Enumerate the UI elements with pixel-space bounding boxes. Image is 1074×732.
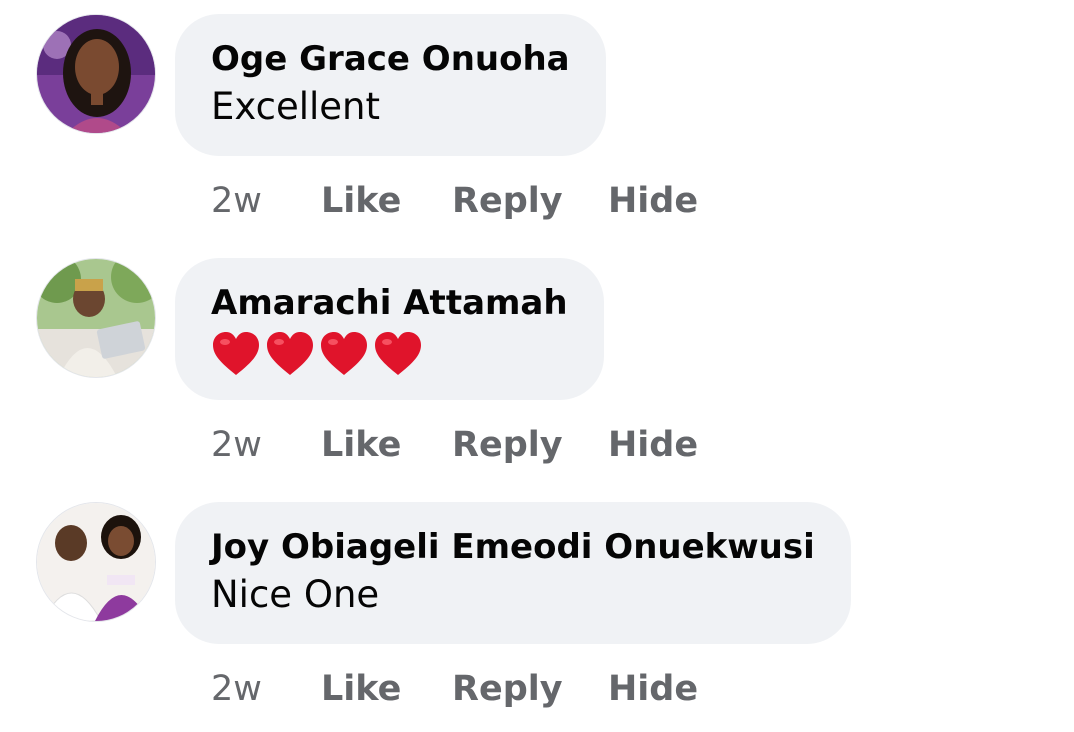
comment-author[interactable]: Oge Grace Onuoha: [211, 36, 570, 82]
comment-timestamp[interactable]: 2w: [211, 176, 262, 226]
comment-item: Joy Obiageli Emeodi Onuekwusi Nice One 2…: [0, 488, 1074, 732]
comment-author[interactable]: Joy Obiageli Emeodi Onuekwusi: [211, 524, 815, 570]
heart-emoji-icon: [319, 330, 369, 378]
avatar-photo: [37, 503, 155, 621]
like-button[interactable]: Like: [321, 420, 401, 470]
comment-text: Nice One: [211, 573, 380, 616]
hide-button[interactable]: Hide: [608, 176, 698, 226]
avatar-photo: [37, 259, 155, 377]
avatar[interactable]: [37, 503, 155, 621]
heart-emoji-icon: [373, 330, 423, 378]
avatar[interactable]: [37, 259, 155, 377]
reply-button[interactable]: Reply: [452, 664, 563, 714]
avatar[interactable]: [37, 15, 155, 133]
hide-button[interactable]: Hide: [608, 420, 698, 470]
comment-author[interactable]: Amarachi Attamah: [211, 280, 568, 326]
heart-emoji-icon: [265, 330, 315, 378]
reply-button[interactable]: Reply: [452, 420, 563, 470]
heart-emoji-icon: [211, 330, 261, 378]
comment-text: Excellent: [211, 85, 381, 128]
like-button[interactable]: Like: [321, 664, 401, 714]
avatar-photo: [37, 15, 155, 133]
comment-bubble: Joy Obiageli Emeodi Onuekwusi Nice One: [175, 502, 851, 644]
hide-button[interactable]: Hide: [608, 664, 698, 714]
comment-item: Amarachi Attamah 2w Like Reply Hide: [0, 244, 1074, 488]
reply-button[interactable]: Reply: [452, 176, 563, 226]
like-button[interactable]: Like: [321, 176, 401, 226]
comment-timestamp[interactable]: 2w: [211, 420, 262, 470]
comment-item: Oge Grace Onuoha Excellent 2w Like Reply…: [0, 0, 1074, 244]
comment-bubble: Amarachi Attamah: [175, 258, 604, 400]
comment-timestamp[interactable]: 2w: [211, 664, 262, 714]
comment-bubble: Oge Grace Onuoha Excellent: [175, 14, 606, 156]
comment-text: [211, 330, 568, 378]
